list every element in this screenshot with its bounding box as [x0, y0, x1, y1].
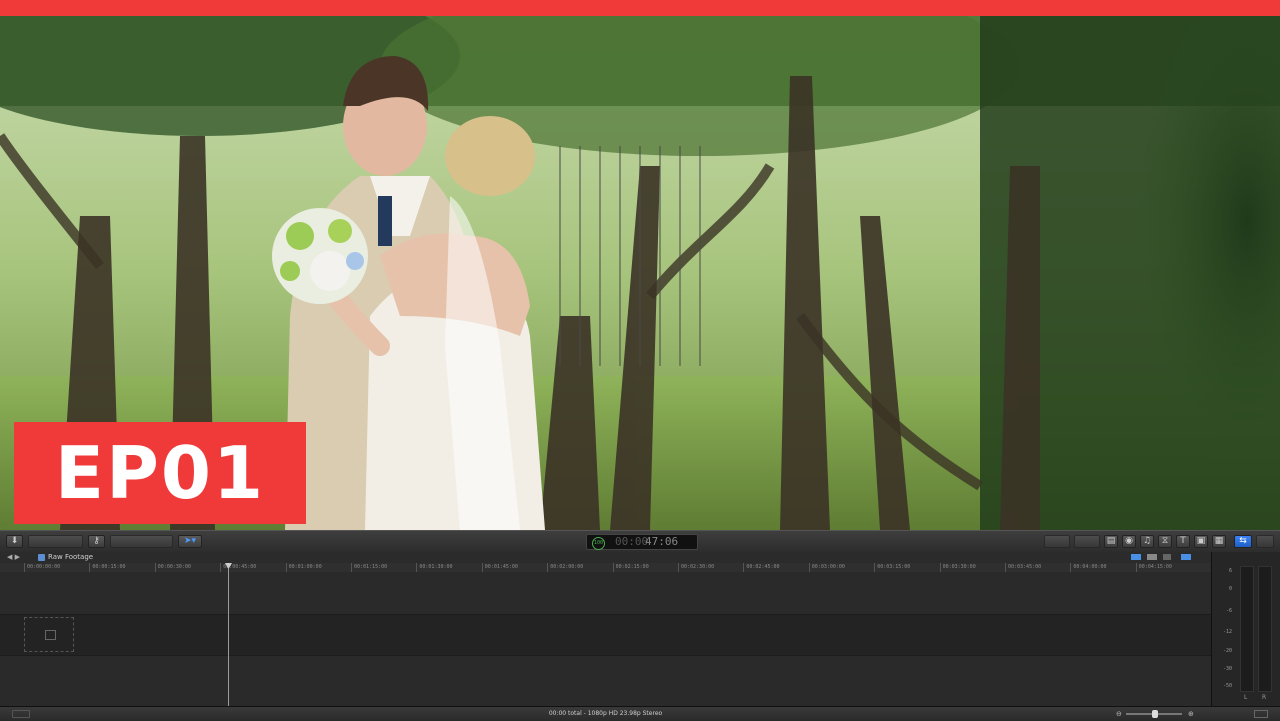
- import-button[interactable]: ⬇: [6, 535, 23, 548]
- audio-skimming-icon[interactable]: [1163, 554, 1171, 560]
- ruler-tick: 00:03:15:00: [874, 563, 939, 572]
- ruler-tick: 00:03:45:00: [1005, 563, 1070, 572]
- project-icon: [38, 554, 45, 561]
- percent-indicator: 100: [592, 537, 605, 550]
- meter-right: [1258, 566, 1272, 692]
- ruler-tick: 00:03:00:00: [808, 563, 874, 572]
- project-summary: 00:00 total - 1080p HD 23.98p Stereo: [548, 710, 663, 717]
- meter-channel-label: L: [1244, 694, 1248, 701]
- inspector-button[interactable]: ⚷: [88, 535, 105, 548]
- titles-button[interactable]: T: [1176, 535, 1190, 548]
- ruler-tick: 00:00:30:00: [154, 563, 220, 572]
- ruler-tick: 00:01:30:00: [416, 563, 481, 572]
- ruler-tick: 00:04:15:00: [1135, 563, 1201, 572]
- zoom-knob[interactable]: [1152, 710, 1158, 718]
- arrow-select-icon: ➤▾: [183, 536, 197, 546]
- ruler-tick: 00:01:15:00: [351, 563, 416, 572]
- generators-button[interactable]: ▣: [1194, 535, 1208, 548]
- meter-scale-label: 6: [1228, 568, 1232, 574]
- retime-button[interactable]: [1074, 535, 1100, 548]
- expand-button[interactable]: [1256, 535, 1274, 548]
- transitions-button[interactable]: ⧖: [1158, 535, 1172, 548]
- ruler-tick: 00:00:00:00: [24, 563, 89, 572]
- ruler-tick: 00:01:45:00: [481, 563, 547, 572]
- index-icon: ⇆: [1239, 536, 1247, 546]
- meter-scale-label: -50: [1222, 683, 1232, 689]
- meter-scale-label: -6: [1225, 608, 1232, 614]
- film-icon: [45, 630, 56, 640]
- meter-scale-label: -20: [1222, 648, 1232, 654]
- meter-channel-label: R: [1262, 694, 1267, 701]
- primary-storyline[interactable]: [0, 614, 1211, 656]
- camera-icon: ◉: [1125, 536, 1133, 546]
- transition-icon: ⧖: [1161, 536, 1169, 546]
- solo-icon[interactable]: [1181, 554, 1191, 560]
- video-viewer[interactable]: EP01: [0, 16, 1280, 530]
- key-icon: ⚷: [93, 536, 100, 546]
- ruler-tick: 00:00:15:00: [89, 563, 154, 572]
- ruler-tick: 00:03:30:00: [939, 563, 1005, 572]
- ruler-tick: 00:04:00:00: [1070, 563, 1135, 572]
- ruler-tick: 00:02:30:00: [678, 563, 743, 572]
- timeline-controls: [1131, 554, 1201, 561]
- ruler-tick: 00:01:00:00: [285, 563, 351, 572]
- back-arrow-icon[interactable]: ◀ ▶: [7, 552, 20, 563]
- meter-left: [1240, 566, 1254, 692]
- timeline-index-button[interactable]: ⇆: [1234, 535, 1252, 548]
- timecode-main: 47:06: [645, 535, 679, 548]
- music-browser-button[interactable]: ♫: [1140, 535, 1154, 548]
- select-tool-button[interactable]: ➤▾: [178, 535, 202, 548]
- generator-icon: ▣: [1196, 536, 1206, 546]
- zoom-out-icon[interactable]: ⊖: [1116, 710, 1122, 718]
- zoom-in-icon[interactable]: ⊕: [1188, 710, 1194, 718]
- editor-toolbar: ⬇ ⚷ ➤▾ 100 00:00 47:06 ▤ ◉ ♫ ⧖ T ▣ ▦ ⇆: [0, 530, 1280, 554]
- ruler-tick: 00:02:15:00: [612, 563, 678, 572]
- timeline-tracks[interactable]: [0, 572, 1211, 706]
- skimming-icon[interactable]: [1147, 554, 1157, 560]
- ruler-tick: 00:02:00:00: [547, 563, 612, 572]
- edit-buttons-group[interactable]: [28, 535, 83, 548]
- ruler-tick: 00:02:45:00: [743, 563, 808, 572]
- timecode-leading: 00:00: [615, 535, 649, 548]
- playhead[interactable]: [228, 563, 229, 706]
- snapping-icon[interactable]: [1131, 554, 1141, 560]
- empty-clip-placeholder[interactable]: [24, 617, 74, 652]
- brand-top-bar: [0, 0, 1280, 16]
- timecode-display[interactable]: 100 00:00 47:06: [586, 534, 698, 550]
- clip-appearance-button[interactable]: [1254, 710, 1268, 718]
- themes-button[interactable]: ▦: [1212, 535, 1226, 548]
- meter-scale-label: 0: [1228, 586, 1232, 592]
- photo-browser-button[interactable]: ◉: [1122, 535, 1136, 548]
- zoom-slider[interactable]: ⊖ ⊕: [1116, 710, 1198, 718]
- text-icon: T: [1180, 536, 1186, 546]
- status-bar: 00:00 total - 1080p HD 23.98p Stereo ⊖ ⊕: [0, 706, 1280, 721]
- meter-scale-label: -30: [1222, 666, 1232, 672]
- download-icon: ⬇: [10, 536, 19, 546]
- library-browser-button[interactable]: ▤: [1104, 535, 1118, 548]
- episode-badge: EP01: [14, 422, 306, 524]
- episode-badge-label: EP01: [54, 431, 266, 515]
- library-icon: ▤: [1106, 536, 1116, 546]
- clip-edit-group[interactable]: [110, 535, 173, 548]
- themes-icon: ▦: [1214, 536, 1224, 546]
- project-name[interactable]: Raw Footage: [48, 552, 93, 563]
- audio-meters: 6 0 -6 -12 -20 -30 -50 L R: [1211, 552, 1280, 706]
- enhance-button[interactable]: [1044, 535, 1070, 548]
- music-icon: ♫: [1142, 536, 1152, 546]
- meter-scale-label: -12: [1222, 629, 1232, 635]
